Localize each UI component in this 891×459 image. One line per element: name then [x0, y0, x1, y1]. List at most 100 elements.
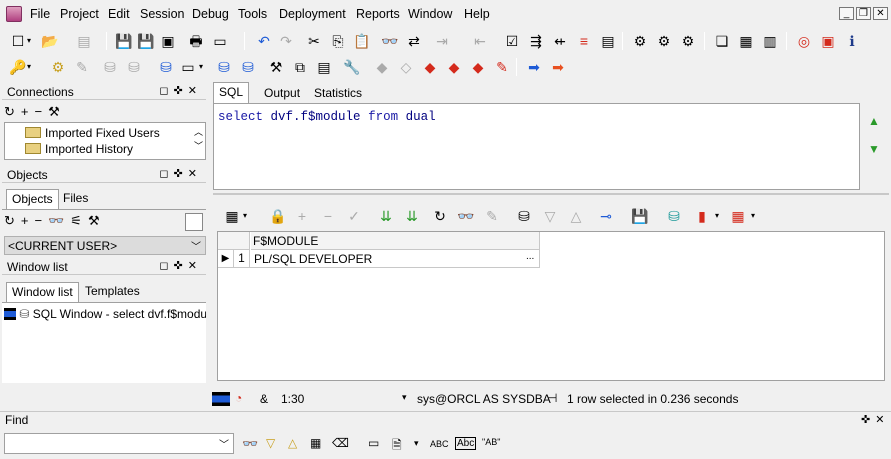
database-connect-icon[interactable]: ⛁	[238, 57, 258, 77]
binoculars-icon[interactable]: 👓	[48, 213, 70, 228]
column-header[interactable]: F$MODULE	[251, 232, 539, 250]
chevron-down-icon[interactable]: ﹀	[219, 436, 229, 451]
cell-ellipsis-button[interactable]: ...	[526, 251, 534, 262]
selection-icon[interactable]: ▭	[368, 436, 379, 450]
fetch-next-icon[interactable]: ⇊	[376, 206, 396, 226]
binoculars-icon[interactable]: 👓	[456, 206, 476, 226]
minimize-button[interactable]: _	[839, 7, 854, 20]
scrollbar[interactable]: ︿ ﹀	[194, 125, 203, 153]
windows-icon[interactable]: ❏	[712, 31, 732, 51]
menu-tools[interactable]: Tools	[238, 7, 267, 21]
chevron-down-icon[interactable]: ▾	[240, 206, 250, 226]
arrow-right-blue-icon[interactable]: ➡	[524, 57, 544, 77]
menu-window[interactable]: Window	[408, 7, 452, 21]
arrow-up-icon[interactable]: ▲	[868, 114, 880, 128]
sql-text[interactable]: select dvf.f$module from dual	[218, 110, 436, 124]
app-icon[interactable]	[6, 6, 22, 22]
panel-controls[interactable]: ✜✕	[861, 413, 889, 426]
step-icon[interactable]: ⚙	[654, 31, 674, 51]
menu-project[interactable]: Project	[60, 7, 99, 21]
user-select[interactable]: <CURRENT USER> ﹀	[4, 236, 206, 255]
tools-icon[interactable]: ⚒	[88, 213, 106, 228]
whole-word-button[interactable]: Abc	[455, 437, 477, 450]
tools-icon[interactable]: ⚒	[48, 104, 66, 119]
tab-files[interactable]: Files	[58, 189, 93, 209]
highlight-icon[interactable]: ▦	[310, 436, 321, 450]
binoculars-icon[interactable]: 👓	[242, 436, 258, 452]
run-script-icon[interactable]: ⚙	[678, 31, 698, 51]
pdf-icon[interactable]: ▣	[818, 31, 838, 51]
print-preview-icon[interactable]: ▭	[210, 31, 230, 51]
connection-item[interactable]: Imported History	[25, 142, 133, 156]
menu-file[interactable]: File	[30, 7, 50, 21]
lock-icon[interactable]: 🔒	[268, 206, 288, 226]
chevron-down-icon[interactable]: ▾	[414, 438, 419, 449]
tab-sql[interactable]: SQL	[213, 82, 250, 103]
paste-icon[interactable]: 📋	[352, 31, 372, 51]
check-list-icon[interactable]: ☑	[502, 31, 522, 51]
remove-icon[interactable]: −	[35, 213, 49, 228]
document-icon[interactable]: 🗎	[392, 436, 402, 457]
undo-icon[interactable]: ↶	[254, 31, 274, 51]
tab-output[interactable]: Output	[259, 84, 305, 104]
tab-objects[interactable]: Objects	[6, 189, 59, 209]
tab-window-list[interactable]: Window list	[6, 282, 79, 302]
find-next-icon[interactable]: ▽	[266, 436, 275, 450]
execute-icon[interactable]: ⚙	[630, 31, 650, 51]
brush-icon[interactable]: ✎	[492, 57, 512, 77]
comment-icon[interactable]: ≡	[574, 31, 594, 51]
sql-window-icon[interactable]: ▭	[178, 57, 198, 77]
open-folder-icon[interactable]: 📂	[40, 31, 60, 51]
query-by-example-icon[interactable]: ⛁	[514, 206, 534, 226]
cut-icon[interactable]: ✂	[304, 31, 324, 51]
regex-button[interactable]: "AB"	[482, 437, 500, 447]
export-icon[interactable]: ▤	[314, 57, 334, 77]
chevron-down-icon[interactable]: ▾	[24, 57, 34, 77]
uncomment-icon[interactable]: ▤	[598, 31, 618, 51]
database-icon[interactable]: ⛁	[214, 57, 234, 77]
chevron-down-icon[interactable]: ▾	[712, 206, 722, 226]
sql-editor[interactable]: select dvf.f$module from dual	[213, 103, 860, 190]
find-previous-icon[interactable]: △	[288, 436, 297, 450]
compare-icon[interactable]: ⧉	[290, 57, 310, 77]
tile-icon[interactable]: ▦	[736, 31, 756, 51]
save-all-icon[interactable]: ▣	[158, 31, 178, 51]
add-icon[interactable]: +	[21, 213, 35, 228]
restore-button[interactable]: ❐	[856, 7, 871, 20]
window-list-item[interactable]: ⛁ SQL Window - select dvf.f$module from …	[4, 307, 206, 321]
add-icon[interactable]: +	[21, 104, 35, 119]
menu-help[interactable]: Help	[464, 7, 490, 21]
oracle-icon[interactable]: ◎	[794, 31, 814, 51]
menu-debug[interactable]: Debug	[192, 7, 229, 21]
save-icon[interactable]: 💾	[630, 206, 650, 226]
save-as-icon[interactable]: 💾	[136, 31, 156, 51]
close-button[interactable]: ✕	[873, 7, 888, 20]
panel-controls[interactable]: ◻✜✕	[159, 167, 202, 180]
chevron-down-icon[interactable]: ▾	[24, 31, 34, 51]
tab-templates[interactable]: Templates	[80, 282, 145, 302]
tools-icon[interactable]: ⚒	[266, 57, 286, 77]
panel-controls[interactable]: ◻✜✕	[159, 84, 202, 97]
save-icon[interactable]: 💾	[114, 31, 134, 51]
menu-session[interactable]: Session	[140, 7, 184, 21]
find-binoculars-icon[interactable]: 👓	[380, 31, 400, 51]
tab-statistics[interactable]: Statistics	[309, 84, 367, 104]
eraser-icon[interactable]: ⌫	[332, 436, 349, 450]
table-cell[interactable]: PL/SQL DEVELOPER	[254, 252, 372, 266]
info-icon[interactable]: ℹ	[842, 31, 862, 51]
refresh-icon[interactable]: ↻	[430, 206, 450, 226]
arrow-down-icon[interactable]: ▼	[868, 142, 880, 156]
chevron-down-icon[interactable]: ▾	[402, 392, 407, 403]
indent-icon[interactable]: ⇶	[526, 31, 546, 51]
connection-item[interactable]: Imported Fixed Users	[25, 126, 160, 140]
arrow-right-orange-icon[interactable]: ➡	[548, 57, 568, 77]
wrench-icon[interactable]: 🔧	[342, 57, 362, 77]
compile-icon[interactable]: ◆	[420, 57, 440, 77]
sql-icon[interactable]: ⛁	[156, 57, 176, 77]
chevron-down-icon[interactable]: ▾	[196, 57, 206, 77]
menu-reports[interactable]: Reports	[356, 7, 400, 21]
print-icon[interactable]: 🖶	[186, 31, 206, 51]
replace-icon[interactable]: ⇄	[404, 31, 424, 51]
panel-controls[interactable]: ◻✜✕	[159, 259, 202, 272]
filter-icon[interactable]: ⚟	[70, 213, 88, 228]
